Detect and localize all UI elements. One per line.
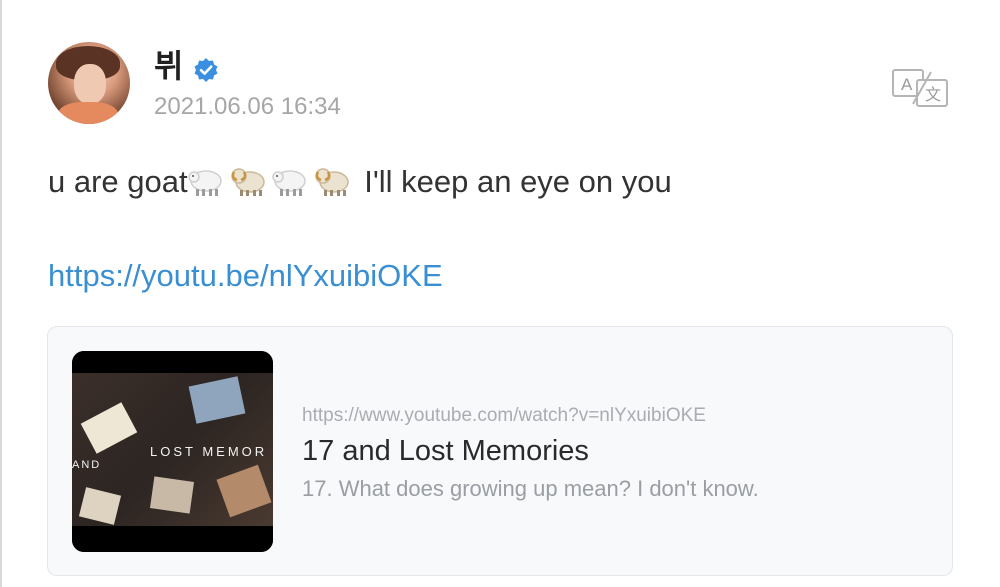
verified-badge-icon [194, 58, 218, 82]
post-text: u are goat I'll keep an eye on you [48, 160, 672, 204]
svg-text:A: A [901, 75, 913, 94]
author-name[interactable]: 뷔 [154, 44, 183, 88]
post-text-start: u are goat [48, 164, 188, 199]
thumbnail-photo [149, 476, 195, 514]
post-text-end: I'll keep an eye on you [355, 164, 672, 199]
ram-emoji-icon [314, 168, 349, 196]
svg-text:文: 文 [925, 85, 941, 104]
card-title: 17 and Lost Memories [302, 435, 589, 467]
ram-emoji-icon [230, 168, 265, 196]
avatar-shirt [58, 102, 118, 124]
sheep-emoji-icon [187, 170, 222, 196]
thumbnail-text-left: AND [72, 459, 102, 471]
left-divider [0, 0, 2, 587]
link-preview-card[interactable]: AND LOST MEMOR https://www.youtube.com/w… [47, 326, 953, 576]
post-link[interactable]: https://youtu.be/nlYxuibiOKE [48, 254, 443, 298]
thumbnail-title-text: LOST MEMOR [150, 444, 268, 459]
video-thumbnail[interactable]: AND LOST MEMOR [72, 351, 273, 552]
card-url: https://www.youtube.com/watch?v=nlYxuibi… [302, 405, 706, 426]
card-description: 17. What does growing up mean? I don't k… [302, 476, 759, 501]
avatar-face [74, 64, 106, 104]
sheep-emoji-icon [271, 170, 306, 196]
post-timestamp: 2021.06.06 16:34 [154, 93, 341, 120]
thumbnail-letterbox-bottom [72, 526, 273, 552]
avatar[interactable] [48, 42, 130, 124]
translate-icon[interactable]: A 文 [891, 68, 949, 108]
thumbnail-letterbox-top [72, 351, 273, 373]
post-container: 뷔 2021.06.06 16:34 A 文 u are goat I'll k… [0, 0, 1000, 587]
